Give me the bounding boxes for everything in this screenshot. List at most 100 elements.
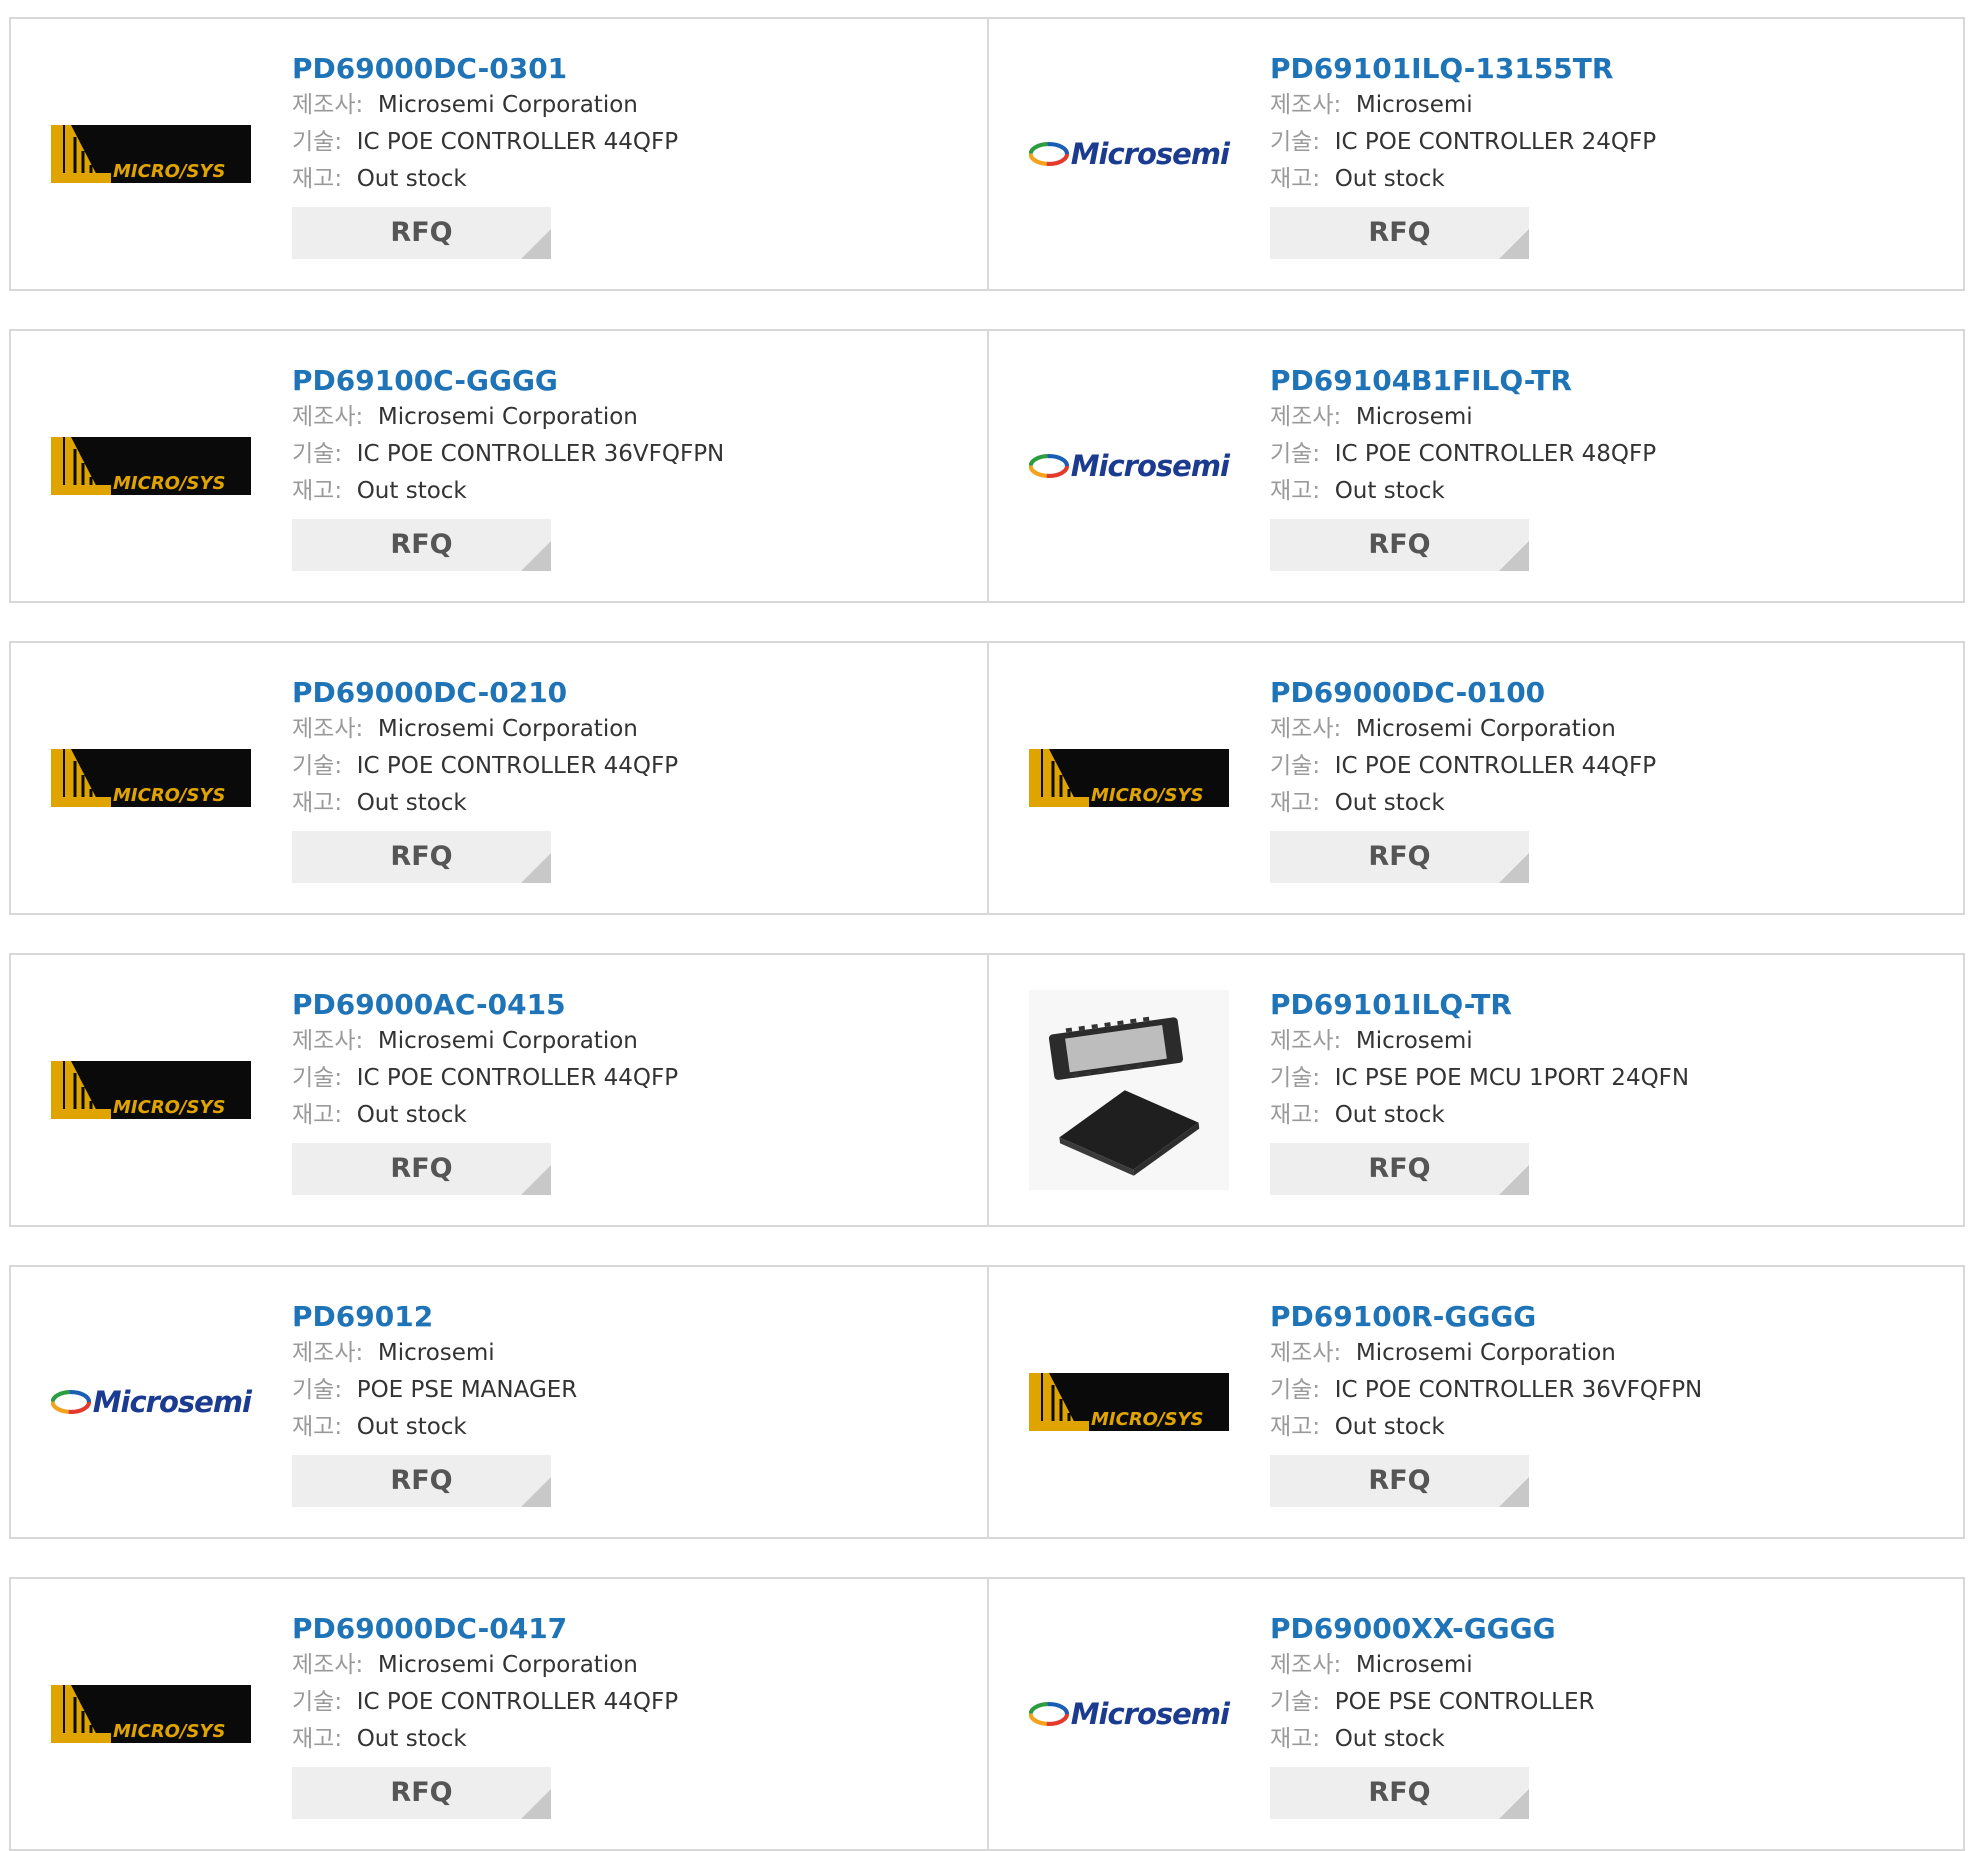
- manufacturer-line: 제조사: Microsemi Corporation: [1270, 1335, 1702, 1372]
- product-logo[interactable]: MICRO/SYS: [51, 19, 251, 289]
- rfq-button[interactable]: RFQ: [292, 207, 551, 259]
- manufacturer-value: Microsemi Corporation: [1355, 716, 1616, 742]
- rfq-button-label: RFQ: [390, 1777, 453, 1808]
- product-card: MICRO/SYS PD69000AC-0415 제조사: Microsemi …: [11, 955, 987, 1225]
- product-card: Microsemi PD69101ILQ-13155TR 제조사: Micros…: [989, 19, 1965, 289]
- description-value: IC POE CONTROLLER 24QFP: [1334, 129, 1657, 155]
- manufacturer-label: 제조사:: [1270, 404, 1342, 430]
- description-label: 기술:: [1270, 1065, 1321, 1091]
- rfq-button[interactable]: RFQ: [1270, 831, 1529, 883]
- description-value: IC POE CONTROLLER 44QFP: [356, 1065, 679, 1091]
- rfq-button[interactable]: RFQ: [1270, 207, 1529, 259]
- manufacturer-label: 제조사:: [1270, 92, 1342, 118]
- product-logo[interactable]: MICRO/SYS: [1029, 1267, 1229, 1537]
- microsys-logo-text: MICRO/SYS: [113, 161, 226, 182]
- product-logo[interactable]: MICRO/SYS: [51, 1579, 251, 1849]
- product-logo[interactable]: MICRO/SYS: [51, 331, 251, 601]
- part-number-link[interactable]: PD69100C-GGGG: [292, 363, 724, 399]
- stock-label: 재고:: [292, 790, 343, 816]
- manufacturer-label: 제조사:: [292, 404, 364, 430]
- product-row: MICRO/SYS PD69000DC-0210 제조사: Microsemi …: [9, 641, 1965, 915]
- manufacturer-label: 제조사:: [292, 92, 364, 118]
- microsys-logo: MICRO/SYS: [51, 437, 251, 495]
- stock-value: Out stock: [1334, 1102, 1445, 1128]
- corner-triangle-icon: [1499, 1477, 1529, 1507]
- rfq-button-label: RFQ: [390, 1465, 453, 1496]
- microsys-logo-text: MICRO/SYS: [113, 1721, 226, 1742]
- description-value: IC POE CONTROLLER 44QFP: [356, 753, 679, 779]
- manufacturer-value: Microsemi Corporation: [377, 92, 638, 118]
- description-label: 기술:: [292, 1065, 343, 1091]
- description-label: 기술:: [1270, 1689, 1321, 1715]
- description-label: 기술:: [1270, 129, 1321, 155]
- stock-label: 재고:: [1270, 790, 1321, 816]
- manufacturer-line: 제조사: Microsemi Corporation: [292, 711, 678, 748]
- stock-label: 재고:: [292, 1102, 343, 1128]
- manufacturer-line: 제조사: Microsemi Corporation: [292, 399, 724, 436]
- part-number-link[interactable]: PD69000DC-0100: [1270, 675, 1656, 711]
- corner-triangle-icon: [521, 853, 551, 883]
- part-number-link[interactable]: PD69000AC-0415: [292, 987, 678, 1023]
- manufacturer-label: 제조사:: [1270, 1028, 1342, 1054]
- stock-line: 재고: Out stock: [292, 473, 724, 510]
- corner-triangle-icon: [1499, 1789, 1529, 1819]
- product-logo[interactable]: Microsemi: [1029, 1579, 1230, 1849]
- rfq-button[interactable]: RFQ: [1270, 1455, 1529, 1507]
- manufacturer-line: 제조사: Microsemi: [292, 1335, 577, 1372]
- description-line: 기술: IC POE CONTROLLER 44QFP: [292, 748, 678, 785]
- rfq-button[interactable]: RFQ: [292, 1455, 551, 1507]
- product-info: PD69100C-GGGG 제조사: Microsemi Corporation…: [292, 363, 724, 571]
- manufacturer-label: 제조사:: [1270, 1652, 1342, 1678]
- description-line: 기술: IC POE CONTROLLER 24QFP: [1270, 124, 1656, 161]
- rfq-button[interactable]: RFQ: [292, 1143, 551, 1195]
- stock-line: 재고: Out stock: [1270, 161, 1656, 198]
- rfq-button-label: RFQ: [390, 1153, 453, 1184]
- description-line: 기술: IC POE CONTROLLER 48QFP: [1270, 436, 1656, 473]
- stock-label: 재고:: [292, 166, 343, 192]
- part-number-link[interactable]: PD69104B1FILQ-TR: [1270, 363, 1656, 399]
- microsys-logo-text: MICRO/SYS: [1091, 785, 1204, 806]
- part-number-link[interactable]: PD69000DC-0210: [292, 675, 678, 711]
- microsys-logo-text: MICRO/SYS: [113, 785, 226, 806]
- rfq-button-label: RFQ: [1368, 529, 1431, 560]
- manufacturer-label: 제조사:: [1270, 716, 1342, 742]
- product-logo[interactable]: MICRO/SYS: [51, 643, 251, 913]
- rfq-button[interactable]: RFQ: [292, 831, 551, 883]
- rfq-button[interactable]: RFQ: [292, 1767, 551, 1819]
- corner-triangle-icon: [521, 1165, 551, 1195]
- part-number-link[interactable]: PD69000DC-0301: [292, 51, 678, 87]
- rfq-button[interactable]: RFQ: [1270, 519, 1529, 571]
- product-logo[interactable]: Microsemi: [1029, 331, 1230, 601]
- rfq-button-label: RFQ: [390, 217, 453, 248]
- manufacturer-value: Microsemi Corporation: [377, 1652, 638, 1678]
- manufacturer-value: Microsemi: [1355, 92, 1473, 118]
- product-logo[interactable]: Microsemi: [1029, 19, 1230, 289]
- product-card: MICRO/SYS PD69000DC-0417 제조사: Microsemi …: [11, 1579, 987, 1849]
- description-label: 기술:: [1270, 1377, 1321, 1403]
- part-number-link[interactable]: PD69000DC-0417: [292, 1611, 678, 1647]
- rfq-button[interactable]: RFQ: [1270, 1767, 1529, 1819]
- rfq-button[interactable]: RFQ: [292, 519, 551, 571]
- stock-label: 재고:: [292, 1726, 343, 1752]
- product-logo[interactable]: [1029, 955, 1229, 1225]
- part-number-link[interactable]: PD69101ILQ-TR: [1270, 987, 1689, 1023]
- part-number-link[interactable]: PD69012: [292, 1299, 577, 1335]
- manufacturer-line: 제조사: Microsemi Corporation: [292, 1647, 678, 1684]
- description-line: 기술: IC PSE POE MCU 1PORT 24QFN: [1270, 1060, 1689, 1097]
- product-logo[interactable]: Microsemi: [51, 1267, 252, 1537]
- part-number-link[interactable]: PD69101ILQ-13155TR: [1270, 51, 1656, 87]
- part-number-link[interactable]: PD69100R-GGGG: [1270, 1299, 1702, 1335]
- description-value: IC POE CONTROLLER 44QFP: [1334, 753, 1657, 779]
- manufacturer-label: 제조사:: [292, 1028, 364, 1054]
- product-card: MICRO/SYS PD69100C-GGGG 제조사: Microsemi C…: [11, 331, 987, 601]
- part-number-link[interactable]: PD69000XX-GGGG: [1270, 1611, 1594, 1647]
- rfq-button[interactable]: RFQ: [1270, 1143, 1529, 1195]
- chip-product-image: [1029, 990, 1229, 1190]
- corner-triangle-icon: [1499, 853, 1529, 883]
- product-logo[interactable]: MICRO/SYS: [51, 955, 251, 1225]
- corner-triangle-icon: [521, 229, 551, 259]
- product-logo[interactable]: MICRO/SYS: [1029, 643, 1229, 913]
- manufacturer-value: Microsemi: [1355, 1028, 1473, 1054]
- corner-triangle-icon: [1499, 541, 1529, 571]
- description-label: 기술:: [292, 753, 343, 779]
